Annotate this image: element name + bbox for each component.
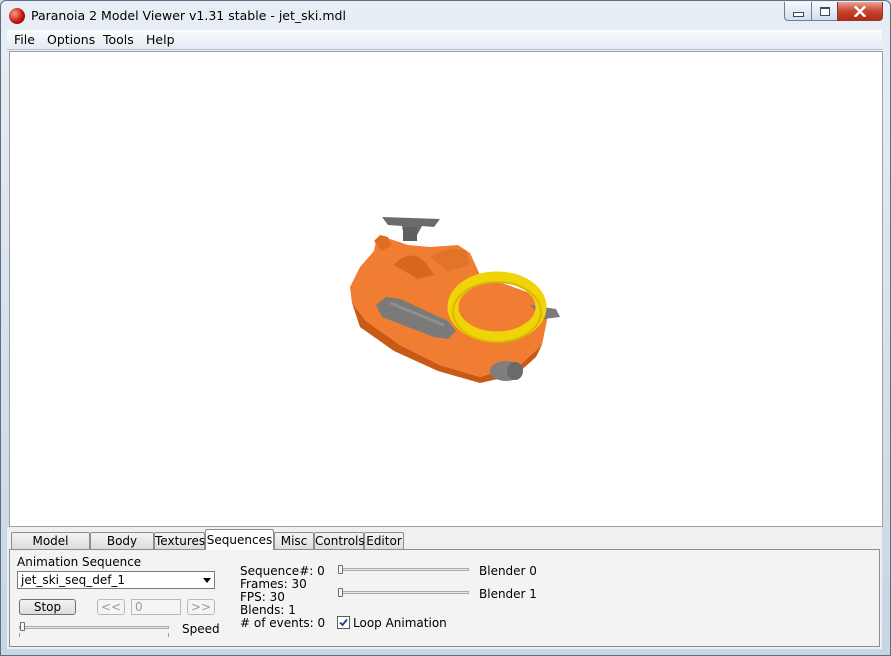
tab-controls[interactable]: Controls bbox=[314, 532, 365, 549]
tab-sequences[interactable]: Sequences bbox=[205, 529, 274, 550]
minimize-icon bbox=[792, 12, 804, 17]
menu-tools[interactable]: Tools bbox=[103, 32, 134, 47]
next-frame-button[interactable]: >> bbox=[187, 599, 215, 615]
app-red-sphere-icon[interactable] bbox=[9, 8, 25, 24]
title-bar[interactable]: Paranoia 2 Model Viewer v1.31 stable - j… bbox=[1, 1, 890, 31]
speed-tick bbox=[19, 633, 20, 637]
loop-animation-label: Loop Animation bbox=[353, 616, 447, 630]
jet-ski-model bbox=[350, 217, 560, 383]
blender0-slider-thumb[interactable] bbox=[338, 565, 343, 574]
frame-field[interactable]: 0 bbox=[131, 599, 181, 615]
minimize-button[interactable] bbox=[784, 2, 812, 21]
sequence-number: Sequence#: 0 bbox=[240, 564, 325, 578]
loop-animation-checkbox[interactable] bbox=[337, 616, 350, 629]
blender0-label: Blender 0 bbox=[479, 564, 537, 578]
window-title: Paranoia 2 Model Viewer v1.31 stable - j… bbox=[31, 8, 346, 23]
maximize-button[interactable] bbox=[811, 2, 838, 21]
maximize-icon bbox=[819, 6, 830, 16]
chevron-down-icon bbox=[203, 578, 211, 583]
blender1-label: Blender 1 bbox=[479, 587, 537, 601]
blender1-slider[interactable] bbox=[338, 591, 469, 594]
speed-tick bbox=[168, 633, 169, 637]
tab-misc[interactable]: Misc bbox=[274, 532, 314, 549]
fps-value: FPS: 30 bbox=[240, 590, 285, 604]
tab-textures[interactable]: Textures bbox=[154, 532, 205, 549]
prev-frame-button[interactable]: << bbox=[97, 599, 125, 615]
speed-slider[interactable] bbox=[19, 626, 169, 629]
checkmark-icon bbox=[339, 618, 348, 627]
sequence-select[interactable]: jet_ski_seq_def_1 bbox=[17, 571, 215, 589]
tab-model-display[interactable]: Model Display bbox=[11, 532, 90, 565]
blender0-slider[interactable] bbox=[338, 568, 469, 571]
menu-help[interactable]: Help bbox=[146, 32, 175, 47]
menu-options[interactable]: Options bbox=[47, 32, 95, 47]
menu-file[interactable]: File bbox=[14, 32, 35, 47]
blender1-slider-thumb[interactable] bbox=[338, 588, 343, 597]
speed-label: Speed bbox=[182, 622, 220, 636]
speed-slider-thumb[interactable] bbox=[20, 622, 25, 631]
close-button[interactable] bbox=[837, 2, 883, 21]
blends-count: Blends: 1 bbox=[240, 603, 296, 617]
events-count: # of events: 0 bbox=[240, 616, 326, 630]
animation-sequence-label: Animation Sequence bbox=[17, 555, 142, 569]
sequence-select-value: jet_ski_seq_def_1 bbox=[21, 573, 126, 587]
tab-body-parts[interactable]: Body Parts bbox=[90, 532, 154, 565]
tab-editor[interactable]: Editor bbox=[364, 532, 404, 549]
close-icon bbox=[854, 5, 866, 17]
menu-bar: File Options Tools Help bbox=[7, 30, 882, 50]
frames-count: Frames: 30 bbox=[240, 577, 307, 591]
stop-button[interactable]: Stop bbox=[19, 599, 76, 615]
